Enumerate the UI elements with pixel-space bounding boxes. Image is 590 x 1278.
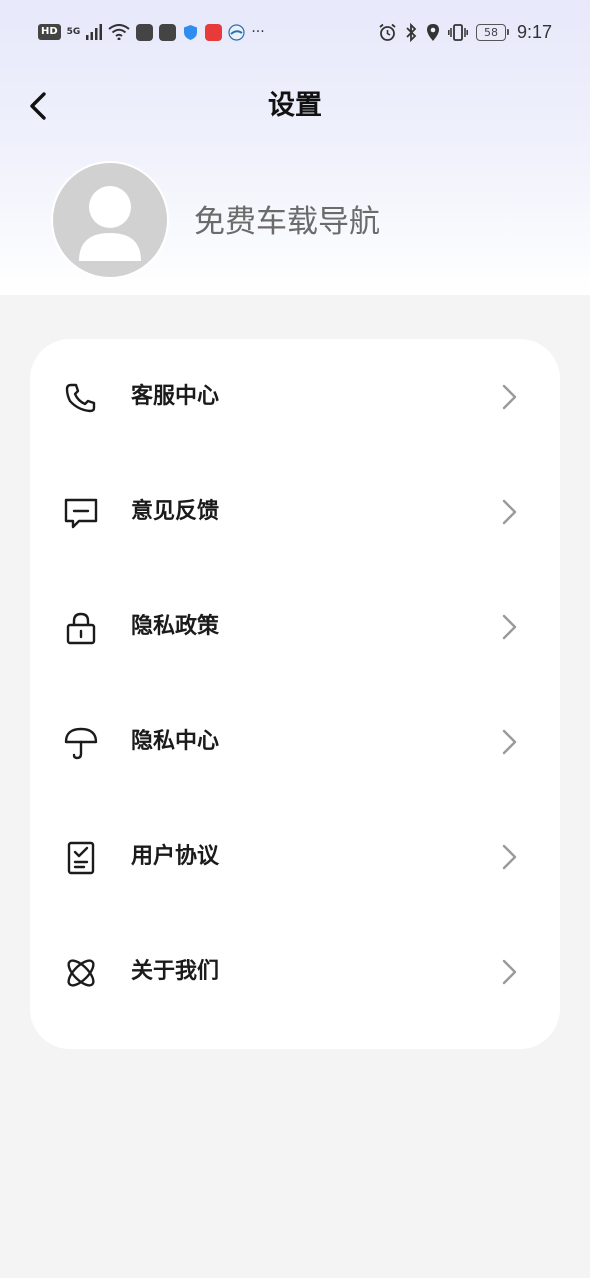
menu-item-feedback[interactable]: 意见反馈 <box>30 464 560 560</box>
network-type: 5G <box>66 27 81 37</box>
chevron-left-icon <box>30 92 46 120</box>
mail-app-icon-2 <box>159 23 177 41</box>
chevron-right-icon <box>502 844 517 870</box>
status-time: 9:17 <box>516 21 552 42</box>
menu-item-label: 意见反馈 <box>131 499 220 524</box>
chevron-right-icon <box>502 499 517 525</box>
wifi-icon <box>108 24 130 40</box>
battery-level: 58 <box>475 23 506 41</box>
alarm-icon <box>379 23 396 41</box>
phone-icon <box>65 383 96 413</box>
lock-icon <box>66 612 96 645</box>
chevron-right-icon <box>502 614 517 640</box>
menu-item-label: 用户协议 <box>131 844 220 869</box>
atom-icon <box>67 959 95 987</box>
menu-item-label: 隐私中心 <box>131 729 220 754</box>
red-app-icon <box>205 23 223 41</box>
bluetooth-icon <box>406 22 417 42</box>
shield-app-icon <box>184 24 198 40</box>
status-bar-right: 58 9:17 <box>378 20 552 44</box>
signal-icon <box>86 24 103 40</box>
mail-app-icon <box>136 23 154 41</box>
chevron-right-icon <box>502 729 517 755</box>
vibrate-icon <box>448 23 468 41</box>
menu-item-label: 客服中心 <box>131 384 220 409</box>
avatar[interactable] <box>51 161 169 279</box>
menu-item-privacy-policy[interactable]: 隐私政策 <box>30 579 560 675</box>
menu-item-about-us[interactable]: 关于我们 <box>30 924 560 1020</box>
settings-menu-card: 客服中心 意见反馈 隐私政策 隐私中心 用户协议 关于我们 <box>30 339 560 1049</box>
umbrella-icon <box>64 727 98 760</box>
menu-item-label: 关于我们 <box>131 959 220 984</box>
location-icon <box>426 23 439 41</box>
battery-icon: 58 <box>475 23 509 41</box>
status-bar-left: HD 5G ··· <box>38 20 265 44</box>
profile-name: 免费车载导航 <box>194 204 380 240</box>
menu-item-customer-service[interactable]: 客服中心 <box>30 349 560 445</box>
chevron-right-icon <box>502 959 517 985</box>
menu-item-privacy-center[interactable]: 隐私中心 <box>30 694 560 790</box>
hd-badge: HD <box>38 24 61 40</box>
chevron-right-icon <box>502 384 517 410</box>
message-icon <box>64 498 98 529</box>
menu-item-label: 隐私政策 <box>131 614 220 639</box>
menu-item-user-agreement[interactable]: 用户协议 <box>30 809 560 905</box>
clipboard-check-icon <box>67 841 95 875</box>
default-user-icon <box>79 186 141 261</box>
back-button[interactable] <box>18 84 58 128</box>
status-bar: HD 5G ··· 58 9:17 <box>0 0 590 64</box>
more-notifications: ··· <box>251 24 265 40</box>
globe-app-icon <box>228 23 245 41</box>
